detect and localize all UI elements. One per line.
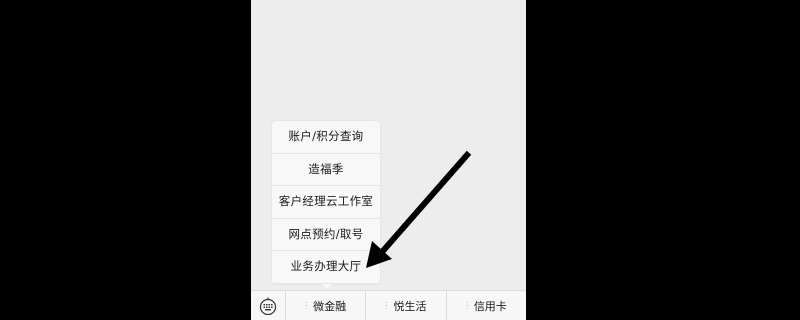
- keyboard-toggle-button[interactable]: [251, 291, 286, 320]
- submenu-indicator-icon: · · ·: [385, 298, 388, 313]
- wechat-chat-screen: 账户/积分查询 造福季 客户经理云工作室 网点预约/取号 业务办理大厅 · · …: [251, 0, 526, 320]
- tab-label: 悦生活: [393, 300, 427, 313]
- screenshot-stage: 账户/积分查询 造福季 客户经理云工作室 网点预约/取号 业务办理大厅 · · …: [0, 0, 800, 320]
- tab-xinyongka[interactable]: · · · 信用卡: [447, 291, 526, 320]
- bottom-menu-bar: · · · 微金融 · · · 悦生活 · · · 信用卡: [251, 290, 526, 320]
- annotation-arrow: [366, 150, 472, 268]
- annotation-arrow-shaft: [377, 150, 472, 257]
- tab-weijinrong[interactable]: · · · 微金融: [286, 291, 367, 320]
- submenu-indicator-icon: · · ·: [305, 298, 308, 313]
- submenu-indicator-icon: · · ·: [465, 298, 469, 313]
- keyboard-icon: [259, 297, 277, 315]
- tab-label: 微金融: [313, 300, 347, 313]
- tab-label: 信用卡: [473, 300, 507, 313]
- tab-yueshenghuo[interactable]: · · · 悦生活: [366, 291, 447, 320]
